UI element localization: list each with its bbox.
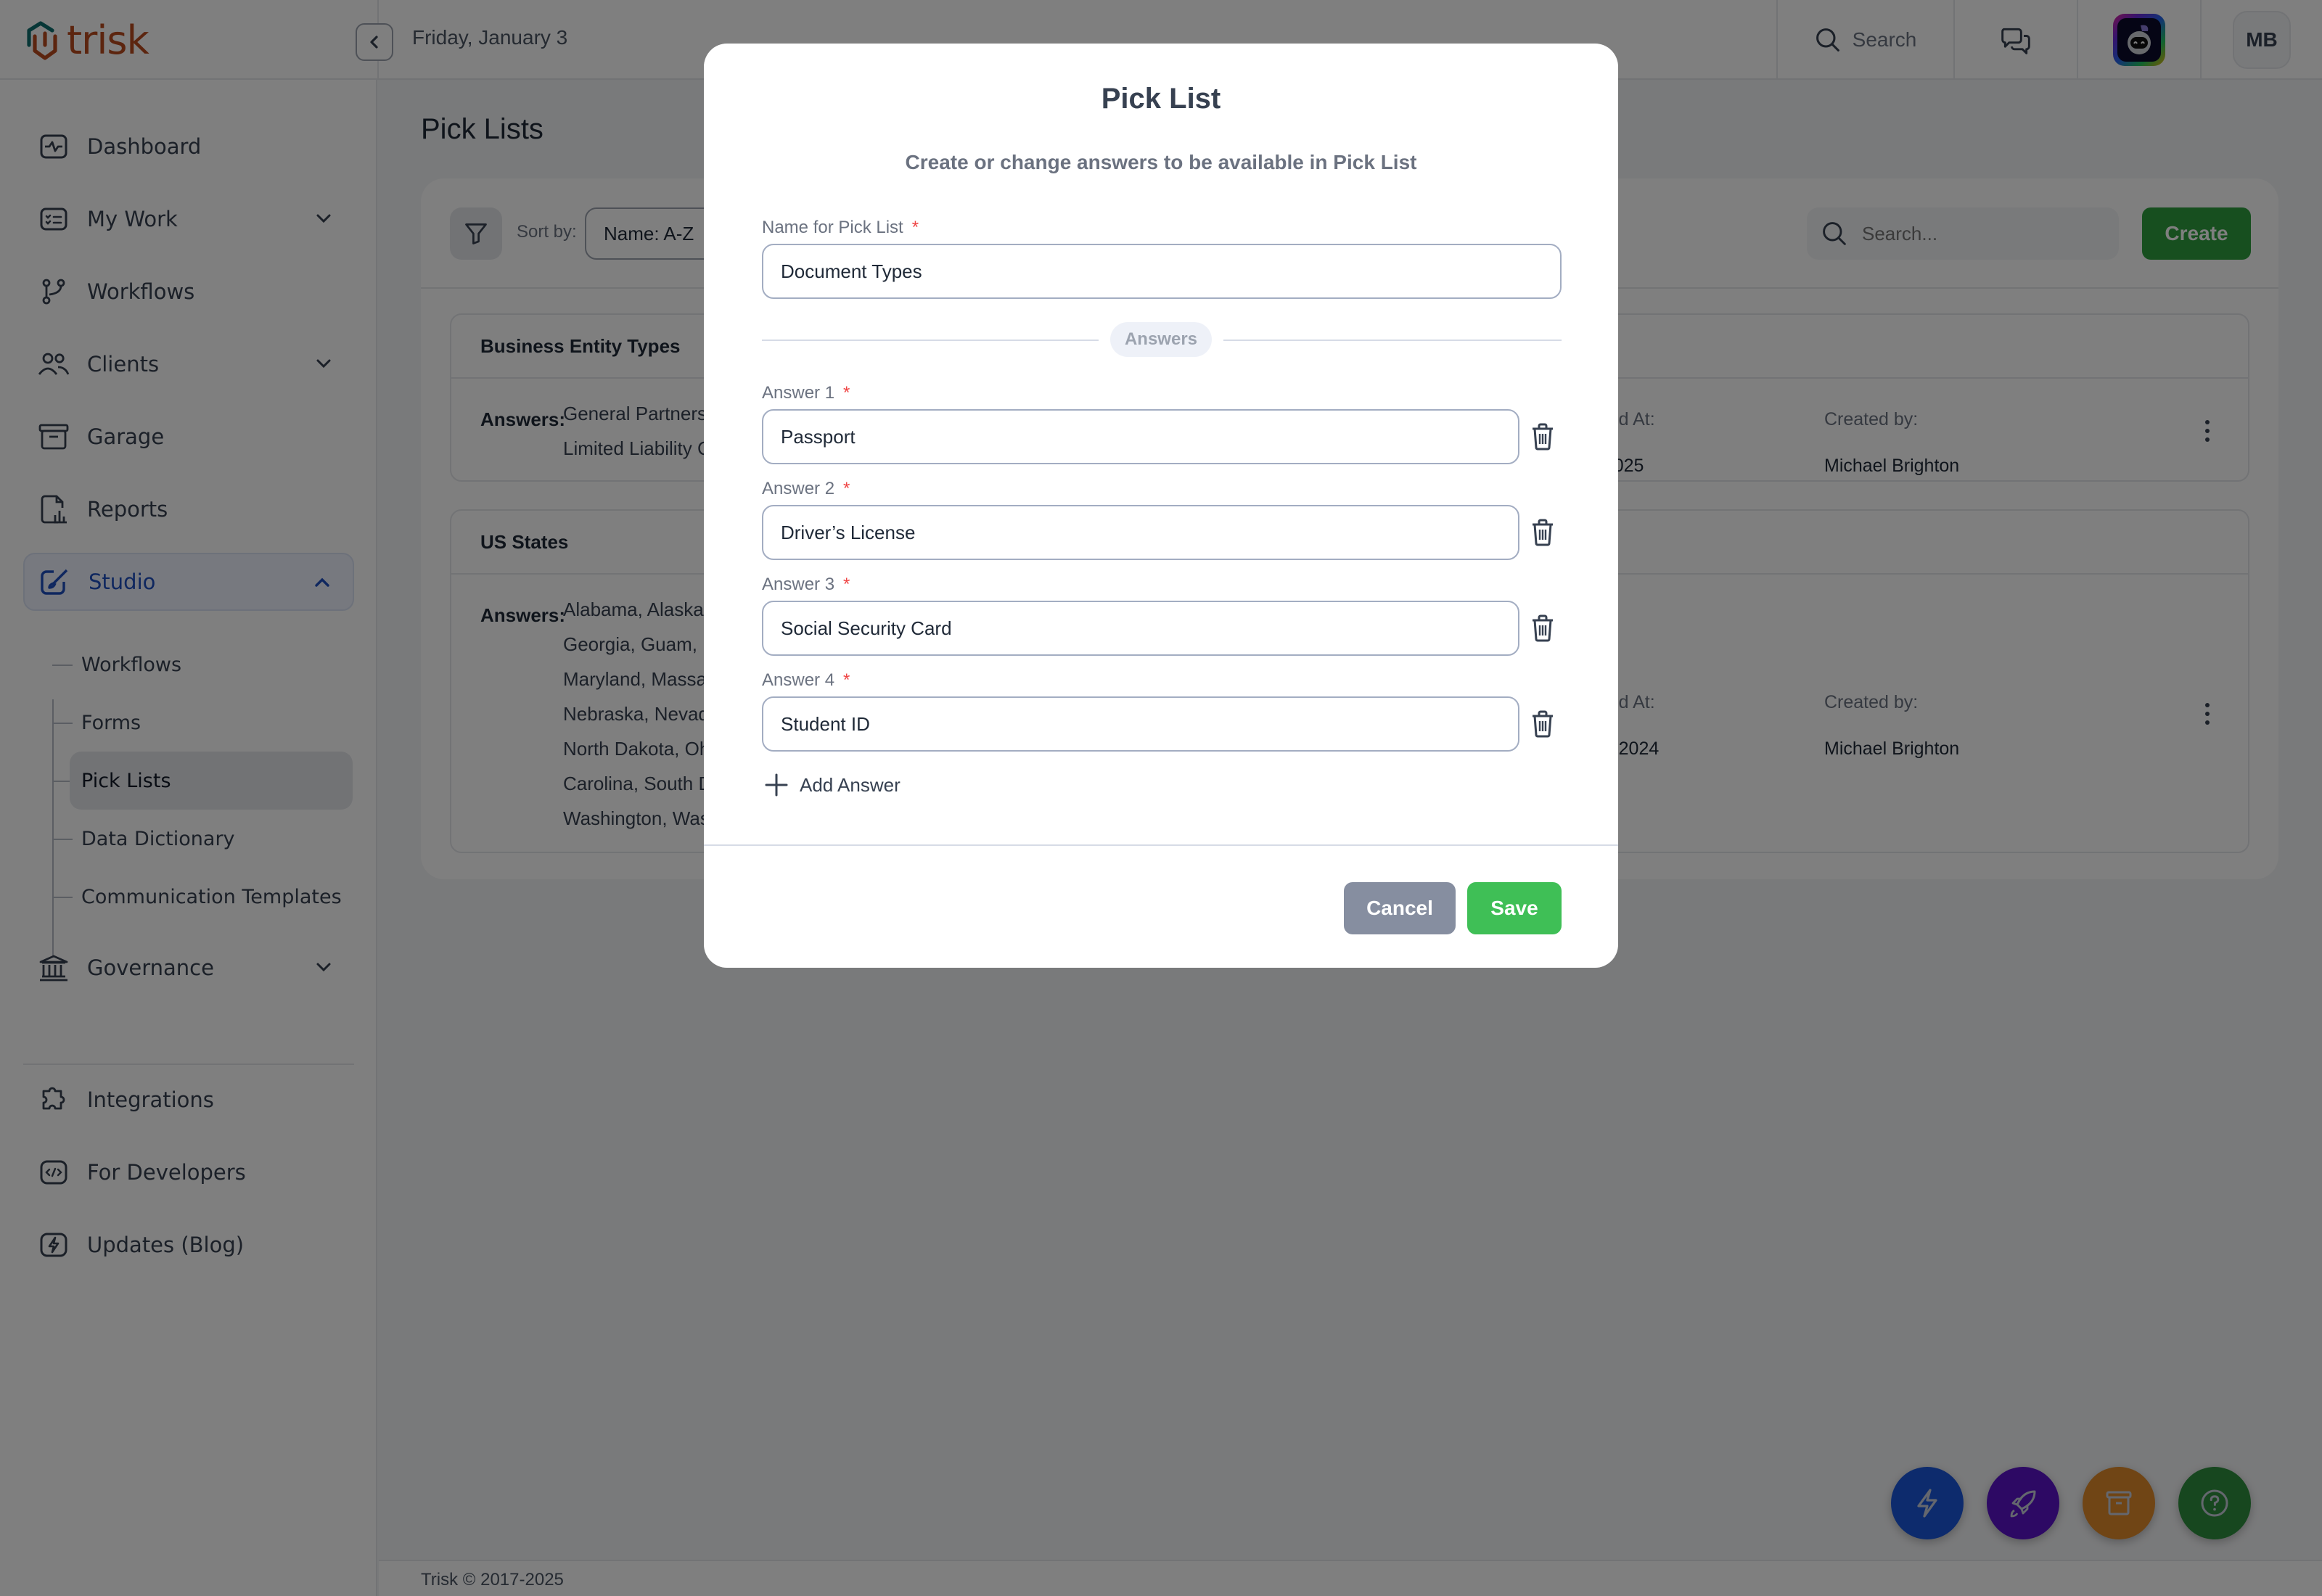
answer-label: Answer 4 *: [762, 670, 850, 690]
required-mark: *: [843, 670, 850, 690]
save-button[interactable]: Save: [1467, 882, 1562, 934]
answer-input[interactable]: [762, 601, 1519, 656]
answer-input[interactable]: [762, 505, 1519, 560]
modal-title: Pick List: [1101, 83, 1221, 115]
required-mark: *: [843, 479, 850, 498]
section-divider-left: [762, 340, 1099, 341]
section-divider-right: [1223, 340, 1562, 341]
answer-input[interactable]: [762, 696, 1519, 752]
add-answer-label: Add Answer: [800, 773, 901, 796]
answer-label: Answer 1 *: [762, 383, 850, 403]
required-mark: *: [843, 575, 850, 594]
delete-answer-button[interactable]: [1527, 612, 1559, 644]
modal-subtitle: Create or change answers to be available…: [905, 151, 1417, 173]
add-answer-button[interactable]: Add Answer: [765, 773, 901, 797]
trash-icon: [1533, 519, 1553, 546]
modal-footer-divider: [704, 844, 1618, 846]
trash-icon: [1533, 710, 1553, 738]
name-field-label: Name for Pick List *: [762, 218, 919, 237]
delete-answer-button[interactable]: [1527, 517, 1559, 548]
pick-list-name-input[interactable]: [762, 244, 1562, 299]
plus-icon: [765, 773, 788, 797]
answer-input[interactable]: [762, 409, 1519, 464]
answer-label: Answer 2 *: [762, 479, 850, 498]
delete-answer-button[interactable]: [1527, 421, 1559, 453]
pick-list-modal: Pick List Create or change answers to be…: [704, 44, 1618, 968]
required-mark: *: [911, 218, 919, 237]
app-root: trisk Friday, January 3 Search: [0, 0, 2322, 1596]
required-mark: *: [843, 383, 850, 403]
delete-answer-button[interactable]: [1527, 708, 1559, 740]
trash-icon: [1533, 614, 1553, 642]
cancel-button[interactable]: Cancel: [1344, 882, 1456, 934]
answers-section-label: Answers: [1110, 322, 1212, 357]
answer-label: Answer 3 *: [762, 575, 850, 594]
trash-icon: [1533, 423, 1553, 451]
